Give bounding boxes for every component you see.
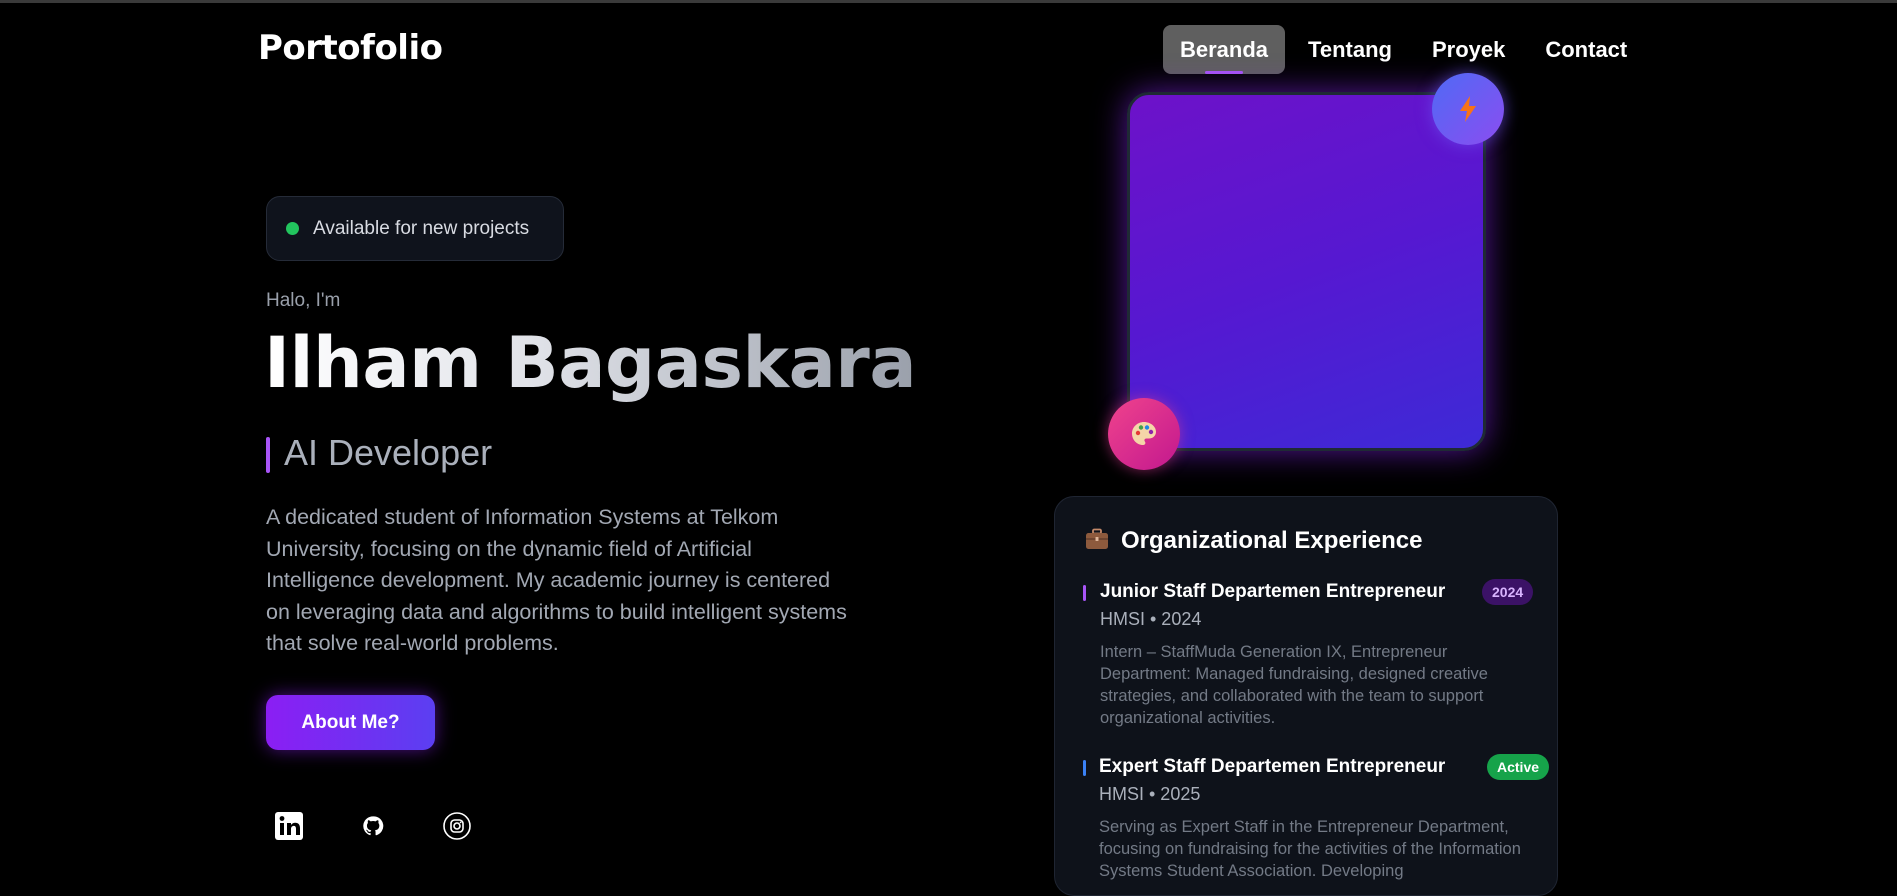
about-me-button[interactable]: About Me? <box>266 695 435 750</box>
hero-role: AI Developer <box>284 432 493 473</box>
briefcase-icon <box>1085 528 1109 555</box>
nav-item-tentang[interactable]: Tentang <box>1291 25 1409 74</box>
nav-item-label: Beranda <box>1180 36 1269 62</box>
status-dot-icon <box>286 222 299 235</box>
role-accent-bar <box>266 437 270 473</box>
experience-accent-bar <box>1083 760 1086 776</box>
hero-bio: A dedicated student of Information Syste… <box>266 505 847 655</box>
github-icon[interactable] <box>350 806 396 846</box>
availability-text: Available for new projects <box>313 217 530 239</box>
nav-item-label: Contact <box>1545 36 1628 62</box>
greeting-text: Halo, I'm <box>266 290 341 311</box>
linkedin-icon[interactable] <box>266 806 312 846</box>
year-badge: 2024 <box>1482 579 1534 605</box>
experience-role: Junior Staff Departemen Entrepreneur <box>1100 581 1446 602</box>
nav-item-label: Tentang <box>1308 36 1392 62</box>
hero-name: Ilham Bagaskara <box>264 322 917 404</box>
profile-photo-frame <box>1127 92 1486 451</box>
palette-icon <box>1108 398 1180 470</box>
site-header: Portofolio Beranda Tentang Proyek Contac… <box>0 0 1897 98</box>
social-links <box>266 806 480 846</box>
instagram-icon[interactable] <box>434 806 480 846</box>
experience-header: Organizational Experience <box>1085 527 1422 555</box>
experience-meta: HMSI • 2024 <box>1100 609 1202 629</box>
site-logo[interactable]: Portofolio <box>258 28 443 68</box>
main-nav: Beranda Tentang Proyek Contact <box>1163 25 1650 74</box>
experience-meta: HMSI • 2025 <box>1099 784 1201 804</box>
availability-badge: Available for new projects <box>266 196 564 261</box>
experience-item: Junior Staff Departemen Entrepreneur 202… <box>1083 579 1543 731</box>
active-nav-indicator <box>1205 71 1244 74</box>
experience-accent-bar <box>1083 585 1086 601</box>
experience-title: Organizational Experience <box>1121 527 1423 554</box>
status-badge: Active <box>1487 754 1550 780</box>
bolt-icon <box>1432 73 1504 145</box>
experience-description: Serving as Expert Staff in the Entrepren… <box>1099 818 1521 880</box>
experience-description: Intern – StaffMuda Generation IX, Entrep… <box>1100 643 1488 727</box>
experience-card: Organizational Experience Junior Staff D… <box>1054 496 1558 896</box>
nav-item-label: Proyek <box>1431 36 1506 62</box>
experience-role: Expert Staff Departemen Entrepreneur <box>1099 756 1446 777</box>
experience-item: Expert Staff Departemen Entrepreneur Act… <box>1083 754 1550 895</box>
nav-item-contact[interactable]: Contact <box>1528 25 1644 74</box>
nav-item-beranda[interactable]: Beranda <box>1163 25 1286 74</box>
nav-item-proyek[interactable]: Proyek <box>1415 25 1522 74</box>
